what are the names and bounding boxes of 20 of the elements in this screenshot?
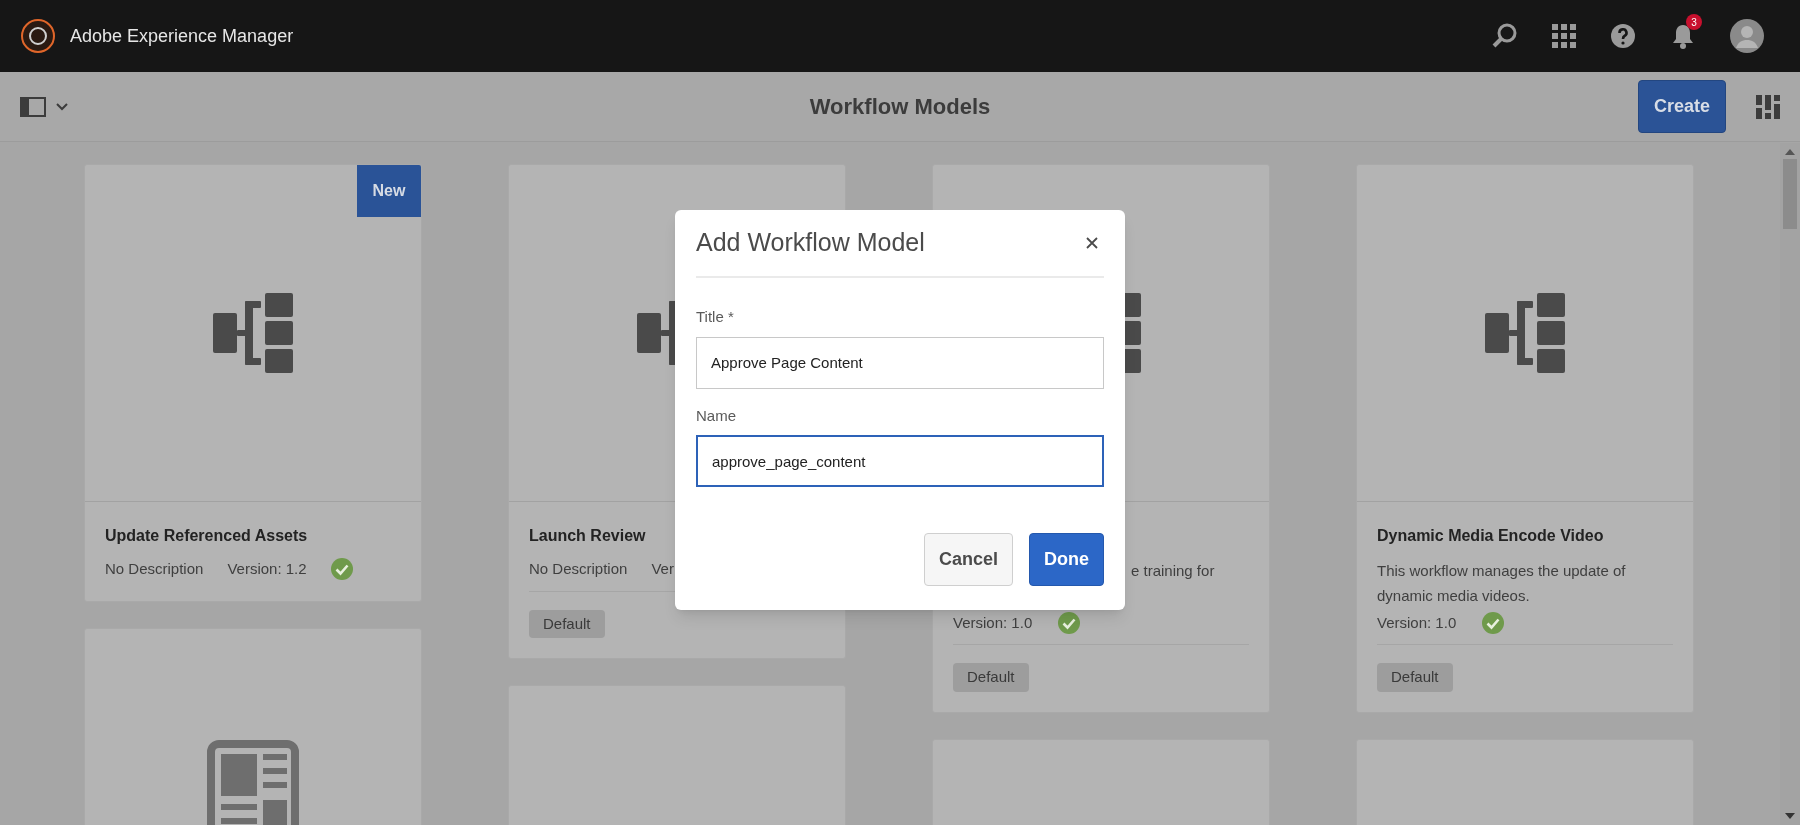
field-label: Name: [696, 405, 737, 426]
card-description: This workflow manages the update of dynamic media videos.: [1377, 561, 1627, 606]
new-badge: New: [357, 165, 421, 217]
card-version: Version: 1.0: [1377, 613, 1457, 633]
default-tag: Default: [953, 663, 1029, 692]
card-version: Version: 1.0: [953, 613, 1033, 633]
dialog-title: Add Workflow Model: [696, 227, 925, 259]
default-tag: Default: [1377, 663, 1453, 692]
card-title: Update Referenced Assets: [105, 526, 309, 546]
notification-count: 3: [1686, 14, 1702, 30]
card-title: Dynamic Media Encode Video: [1377, 526, 1605, 546]
card-title: Launch Review: [529, 526, 647, 546]
card-description: No Description: [529, 559, 628, 579]
card-version: Ver: [651, 559, 674, 579]
card-description: e training for: [1131, 561, 1215, 581]
default-tag: Default: [529, 609, 605, 638]
card-version: Version: 1.2: [227, 559, 307, 579]
field-label: Title *: [696, 307, 735, 327]
page-title: Workflow Models: [809, 93, 991, 121]
card-description: No Description: [105, 559, 204, 579]
